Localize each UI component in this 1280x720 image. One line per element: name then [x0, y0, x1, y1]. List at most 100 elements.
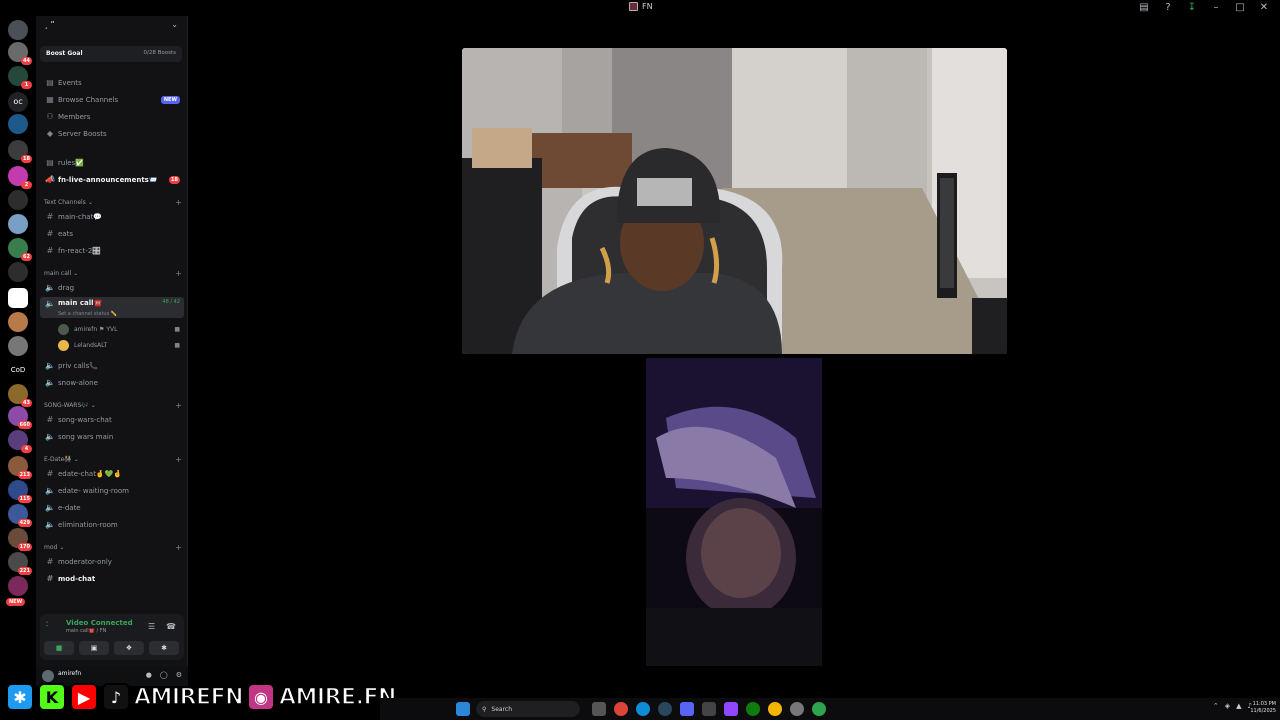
screen-share-button[interactable]: ▣: [79, 641, 109, 655]
windows-start-icon[interactable]: [456, 702, 470, 716]
speaker-icon: 🔈: [45, 299, 55, 308]
wifi-icon[interactable]: ▲: [1236, 702, 1241, 710]
activities-button[interactable]: ❖: [114, 641, 144, 655]
voice-song-wars-main[interactable]: 🔈 song wars main: [40, 429, 184, 444]
channel-main-chat[interactable]: # main-chat💬: [40, 209, 184, 224]
task-view-icon[interactable]: [592, 702, 606, 716]
voice-user[interactable]: amirefn ⚑ YVL ■: [58, 322, 180, 336]
channel-label: elimination-room: [58, 520, 118, 529]
app-icon[interactable]: [702, 702, 716, 716]
chrome-icon[interactable]: [614, 702, 628, 716]
inbox-icon[interactable]: ▤: [1138, 2, 1150, 14]
download-icon[interactable]: ↧: [1186, 2, 1198, 14]
browser-icon[interactable]: [812, 702, 826, 716]
channel-fn-react-2[interactable]: # fn-react-2🎛️: [40, 243, 184, 258]
gear-icon[interactable]: ⚙: [176, 671, 182, 679]
server-icon[interactable]: CoD: [8, 360, 28, 380]
steam-icon[interactable]: [658, 702, 672, 716]
server-header[interactable]: ˏ ˮ ⌄: [36, 16, 188, 40]
channel-moderator-only[interactable]: # moderator-only: [40, 554, 184, 569]
server-icon[interactable]: [8, 114, 28, 134]
menu-server-boosts[interactable]: ◆ Server Boosts: [40, 126, 184, 141]
server-icon[interactable]: 221: [8, 552, 32, 575]
category-edate[interactable]: E-Date👫 ⌄ +: [44, 453, 182, 465]
hash-icon: #: [46, 415, 54, 424]
server-icon[interactable]: 2: [8, 166, 32, 189]
voice-snow-alone[interactable]: 🔈 snow-alone: [40, 375, 184, 390]
category-mod[interactable]: mod ⌄ +: [44, 541, 182, 553]
server-icon[interactable]: 213: [8, 456, 32, 479]
server-icon[interactable]: 660: [8, 406, 32, 429]
server-icon[interactable]: [8, 190, 28, 210]
signal-icon[interactable]: ∶: [46, 620, 48, 630]
server-icon[interactable]: 4: [8, 430, 32, 453]
video-tile-main[interactable]: [462, 48, 1007, 354]
voice-user[interactable]: LelandsALT ■: [58, 338, 180, 352]
server-icon[interactable]: [8, 312, 28, 332]
voice-priv-calls[interactable]: 🔈 priv calls📞: [40, 358, 184, 373]
channel-status[interactable]: Set a channel status ✏️: [58, 311, 117, 317]
server-icon[interactable]: [8, 288, 28, 308]
voice-e-date[interactable]: 🔈 e-date: [40, 500, 184, 515]
mic-icon[interactable]: ●: [146, 671, 152, 679]
video-tile-secondary[interactable]: [646, 358, 822, 666]
headphones-icon[interactable]: ◯: [160, 671, 168, 679]
channel-mod-chat[interactable]: # mod-chat: [40, 571, 184, 586]
chevron-down-icon[interactable]: ⌄: [171, 20, 178, 29]
server-icon[interactable]: [8, 576, 28, 596]
server-icon[interactable]: 170: [8, 528, 32, 551]
channel-announcements[interactable]: 📣 fn-live-announcements📨 18: [40, 172, 184, 187]
voice-channel[interactable]: main call☎️ / FN: [66, 628, 106, 634]
server-icon[interactable]: [8, 214, 28, 234]
add-channel-icon[interactable]: +: [175, 198, 182, 207]
menu-browse-channels[interactable]: ▦ Browse Channels NEW: [40, 92, 184, 107]
close-icon[interactable]: ✕: [1258, 2, 1270, 14]
maximize-icon[interactable]: □: [1234, 2, 1246, 14]
voice-elimination-room[interactable]: 🔈 elimination-room: [40, 517, 184, 532]
xbox-icon[interactable]: [746, 702, 760, 716]
channel-eats[interactable]: # eats: [40, 226, 184, 241]
voice-user-name: amirefn ⚑ YVL: [74, 325, 118, 333]
noise-suppression-icon[interactable]: ☰: [148, 622, 155, 631]
server-icon[interactable]: 43: [8, 384, 32, 407]
taskbar-search[interactable]: ⚲ Search: [476, 701, 580, 717]
server-icon[interactable]: 62: [8, 238, 32, 261]
disconnect-icon[interactable]: ☎: [166, 622, 176, 631]
add-channel-icon[interactable]: +: [175, 455, 182, 464]
add-channel-icon[interactable]: +: [175, 543, 182, 552]
add-channel-icon[interactable]: +: [175, 269, 182, 278]
server-icon[interactable]: 18: [8, 140, 32, 163]
network-icon[interactable]: ◈: [1225, 702, 1230, 710]
edge-icon[interactable]: [636, 702, 650, 716]
server-icon[interactable]: oc: [8, 92, 28, 112]
server-icon[interactable]: 115: [8, 480, 32, 503]
voice-edate-waiting-room[interactable]: 🔈 edate- waiting-room: [40, 483, 184, 498]
category-text-channels[interactable]: Text Channels ⌄ +: [44, 196, 182, 208]
category-song-wars[interactable]: SONG-WARS🎶 ⌄ +: [44, 399, 182, 411]
twitch-icon[interactable]: [724, 702, 738, 716]
channel-rules[interactable]: ▤ rules✅: [40, 155, 184, 170]
server-icon[interactable]: 1: [8, 66, 32, 89]
server-icon[interactable]: [8, 20, 28, 40]
add-channel-icon[interactable]: +: [175, 401, 182, 410]
clock[interactable]: 11:03 PM 11/6/2025: [1250, 701, 1276, 715]
server-icon[interactable]: 429: [8, 504, 32, 527]
voice-drag[interactable]: 🔈 drag: [40, 280, 184, 295]
server-icon[interactable]: [8, 336, 28, 356]
server-icon[interactable]: [8, 262, 28, 282]
discord-icon[interactable]: [680, 702, 694, 716]
channel-edate-chat[interactable]: # edate-chat🤞💚🤞: [40, 466, 184, 481]
chrome-icon[interactable]: [768, 702, 782, 716]
menu-members[interactable]: ⚇ Members: [40, 109, 184, 124]
server-icon[interactable]: 44: [8, 42, 32, 65]
category-main-call[interactable]: main call ⌄ +: [44, 267, 182, 279]
soundboard-button[interactable]: ✱: [149, 641, 179, 655]
camera-button[interactable]: ■: [44, 641, 74, 655]
minimize-icon[interactable]: –: [1210, 2, 1222, 14]
chevron-up-icon[interactable]: ⌃: [1213, 702, 1219, 710]
menu-events[interactable]: ▤ Events: [40, 75, 184, 90]
help-icon[interactable]: ?: [1162, 2, 1174, 14]
channel-song-wars-chat[interactable]: # song-wars-chat: [40, 412, 184, 427]
boost-goal-bar[interactable]: Boost Goal 0/28 Boosts: [40, 46, 182, 62]
settings-icon[interactable]: [790, 702, 804, 716]
